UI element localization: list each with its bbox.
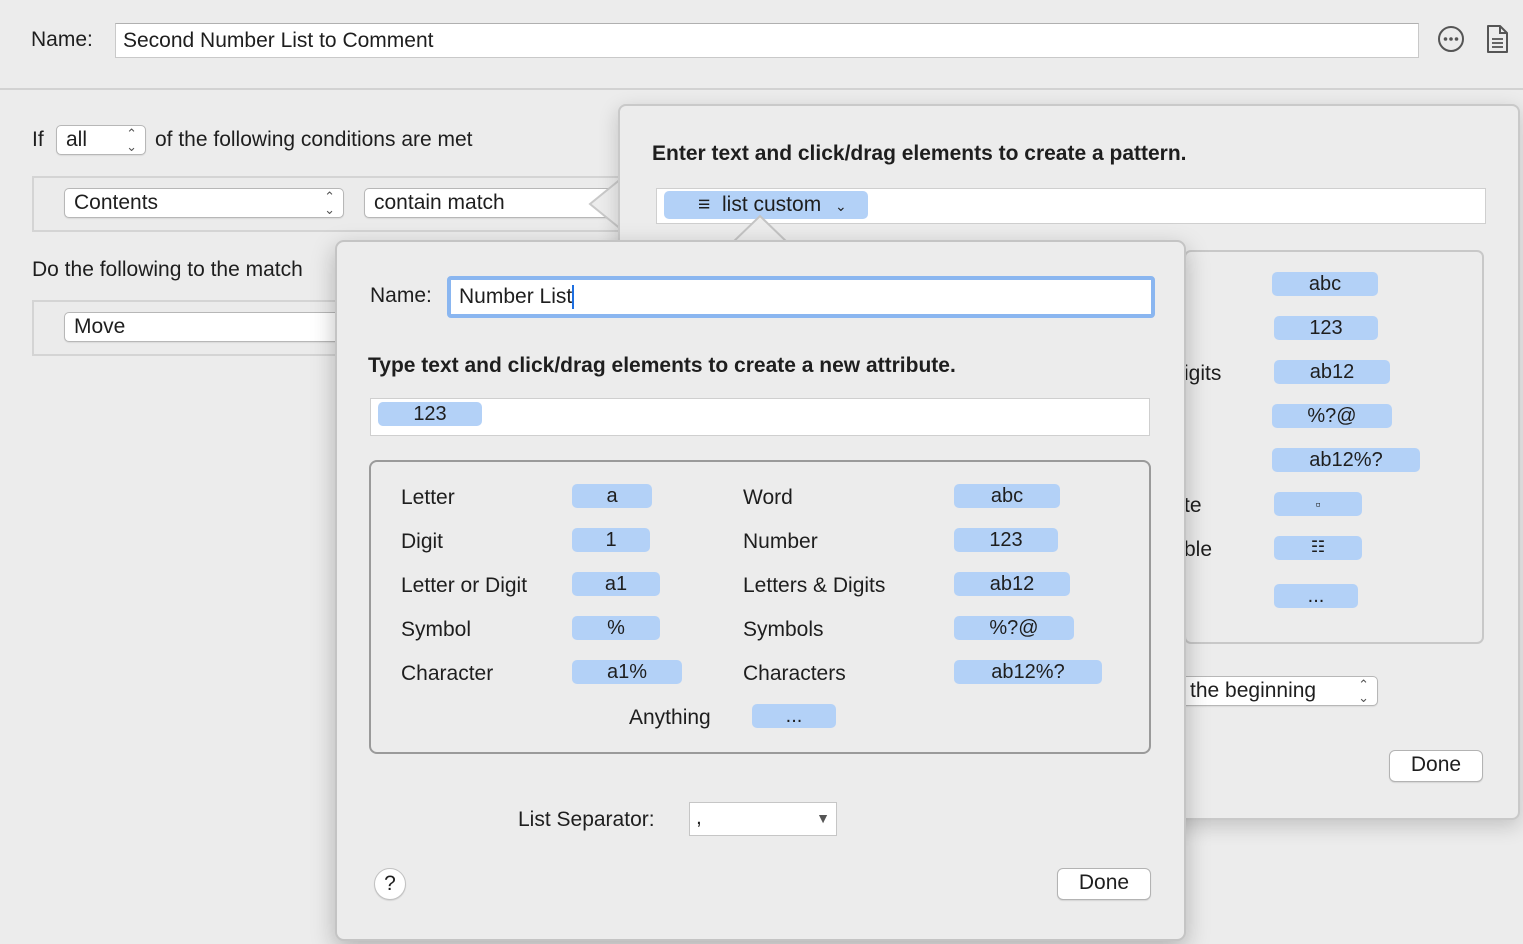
document-icon[interactable] (1484, 24, 1510, 54)
symbols-label: Symbols (743, 618, 824, 641)
letter-pill[interactable]: a (572, 484, 652, 508)
ellipsis-circle-icon[interactable] (1437, 25, 1465, 53)
digit-pill[interactable]: 1 (572, 528, 650, 552)
position-popup[interactable]: the beginning ⌃ ⌄ (1180, 676, 1378, 706)
attr-instruction: Type text and click/drag elements to cre… (368, 354, 956, 377)
attr-pattern-field[interactable] (370, 398, 1150, 436)
operator-value: contain match (374, 191, 505, 214)
list-separator-combo[interactable]: , ▼ (689, 802, 837, 836)
number-pill[interactable]: 123 (954, 528, 1058, 552)
characters-element-pill[interactable]: ab12%? (1272, 448, 1420, 472)
symbols-element-pill[interactable]: %?@ (1272, 404, 1392, 428)
character-pill[interactable]: a1% (572, 660, 682, 684)
word-pill[interactable]: abc (954, 484, 1060, 508)
element-label: igits (1184, 362, 1222, 385)
attr-name-input[interactable]: Number List (447, 276, 1155, 318)
actions-text: Do the following to the match (32, 258, 303, 281)
pattern-instruction: Enter text and click/drag elements to cr… (652, 142, 1187, 165)
action-value: Move (74, 315, 126, 338)
letters-digits-label: Letters & Digits (743, 574, 886, 597)
digit-label: Digit (401, 530, 444, 553)
list-icon: ≡ (698, 193, 711, 216)
letter-or-digit-pill[interactable]: a1 (572, 572, 660, 596)
help-button[interactable]: ? (374, 868, 406, 900)
dropdown-triangle-icon[interactable]: ▼ (816, 803, 830, 833)
number-label: Number (743, 530, 818, 553)
date-element-pill[interactable]: ▫ (1274, 492, 1362, 516)
characters-label: Characters (743, 662, 846, 685)
element-label: ble (1184, 538, 1213, 561)
anything-label: Anything (629, 706, 711, 729)
updown-chevron-icon: ⌃ ⌄ (1358, 677, 1369, 705)
new-attribute-popover: Name: Number List Type text and click/dr… (335, 240, 1186, 941)
list-separator-label: List Separator: (518, 808, 655, 831)
match-mode-popup[interactable]: all ⌃ ⌄ (56, 125, 146, 155)
attribute-popup[interactable]: Contents ⌃ ⌄ (64, 188, 344, 218)
characters-pill[interactable]: ab12%? (954, 660, 1102, 684)
updown-chevron-icon: ⌃ ⌄ (126, 126, 137, 154)
rule-name-input[interactable]: Second Number List to Comment (115, 23, 1419, 58)
letters-digits-element-pill[interactable]: ab12 (1274, 360, 1390, 384)
letter-or-digit-label: Letter or Digit (401, 574, 528, 597)
table-element-pill[interactable]: ☷ (1274, 536, 1362, 560)
anything-element-pill[interactable]: ... (1274, 584, 1358, 608)
operator-popup[interactable]: contain match (364, 188, 624, 218)
anything-pill[interactable]: ... (752, 704, 836, 728)
attr-name-value: Number List (459, 285, 573, 308)
if-label: If (32, 128, 44, 151)
conditions-text: of the following conditions are met (155, 128, 473, 151)
match-mode-value: all (66, 128, 88, 151)
symbol-pill[interactable]: % (572, 616, 660, 640)
letters-digits-pill[interactable]: ab12 (954, 572, 1070, 596)
word-label: Word (743, 486, 793, 509)
position-value: the beginning (1190, 679, 1317, 702)
list-custom-token-label: list custom (722, 193, 822, 216)
attr-name-label: Name: (370, 284, 432, 307)
symbols-pill[interactable]: %?@ (954, 616, 1074, 640)
word-element-pill[interactable]: abc (1272, 272, 1378, 296)
number-token[interactable]: 123 (378, 402, 482, 426)
attribute-value: Contents (74, 191, 159, 214)
updown-chevron-icon: ⌃ ⌄ (324, 189, 335, 217)
attr-done-button[interactable]: Done (1057, 868, 1151, 900)
letter-label: Letter (401, 486, 455, 509)
list-separator-value: , (696, 806, 702, 829)
action-popup[interactable]: Move (64, 312, 344, 342)
element-label: te (1184, 494, 1202, 517)
text-cursor (572, 285, 575, 310)
number-element-pill[interactable]: 123 (1274, 316, 1378, 340)
chevron-down-icon: ⌄ (835, 198, 847, 214)
rule-name-label: Name: (31, 28, 93, 51)
character-label: Character (401, 662, 494, 685)
pattern-done-button[interactable]: Done (1389, 750, 1483, 782)
symbol-label: Symbol (401, 618, 472, 641)
